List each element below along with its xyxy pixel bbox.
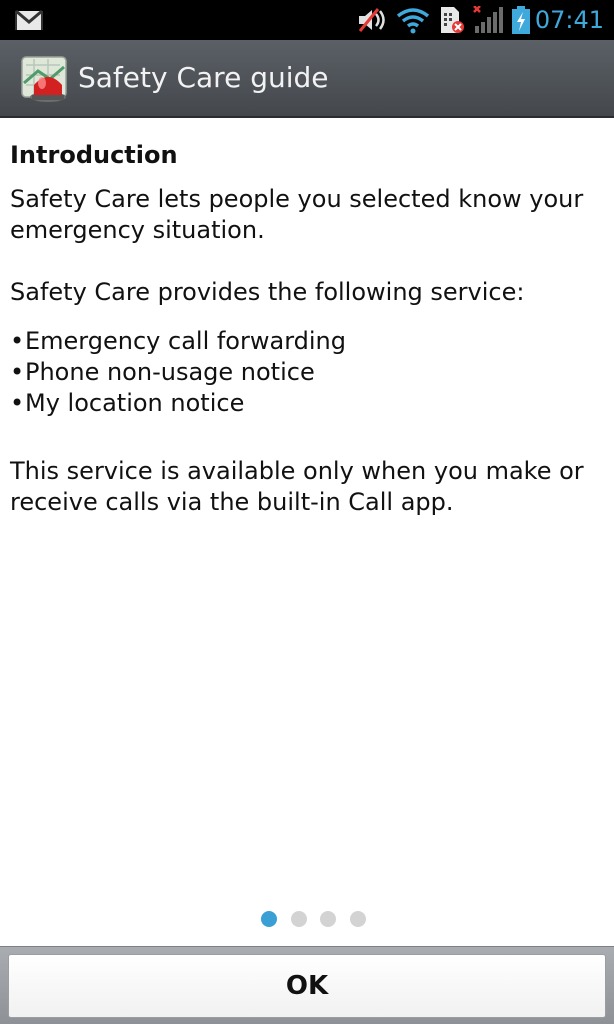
button-bar: OK xyxy=(0,946,614,1024)
content-area: Introduction Safety Care lets people you… xyxy=(10,138,604,518)
gmail-icon xyxy=(15,9,43,30)
mute-icon xyxy=(358,8,385,32)
action-bar: Safety Care guide xyxy=(0,40,614,118)
status-time: 07:41 xyxy=(534,6,604,34)
ok-button[interactable]: OK xyxy=(8,954,606,1018)
battery-charging-icon xyxy=(512,6,530,34)
list-item: •Emergency call forwarding xyxy=(10,327,346,355)
safety-care-app-icon xyxy=(21,56,67,102)
wifi-icon xyxy=(396,8,430,34)
status-bar: 07:41 xyxy=(0,0,614,40)
signal-icon xyxy=(473,6,503,33)
sim-error-icon xyxy=(441,7,464,33)
list-item: •Phone non-usage notice xyxy=(10,358,315,386)
services-paragraph: Safety Care provides the following servi… xyxy=(10,278,525,306)
screen: 07:41 Safety Care guide Introduction Saf… xyxy=(0,0,614,1024)
availability-paragraph: This service is available only when you … xyxy=(10,457,584,516)
page-indicator xyxy=(0,911,614,929)
page-dot-active xyxy=(261,911,277,927)
page-dot xyxy=(350,911,366,927)
page-dot xyxy=(320,911,336,927)
intro-paragraph: Safety Care lets people you selected kno… xyxy=(10,185,584,244)
bullet-icon: • xyxy=(10,358,25,386)
app-title: Safety Care guide xyxy=(78,61,329,94)
list-item: •My location notice xyxy=(10,389,245,417)
section-heading: Introduction xyxy=(10,141,178,169)
page-dot xyxy=(291,911,307,927)
bullet-icon: • xyxy=(10,389,25,417)
bullet-icon: • xyxy=(10,327,25,355)
services-list: •Emergency call forwarding •Phone non-us… xyxy=(10,326,604,419)
